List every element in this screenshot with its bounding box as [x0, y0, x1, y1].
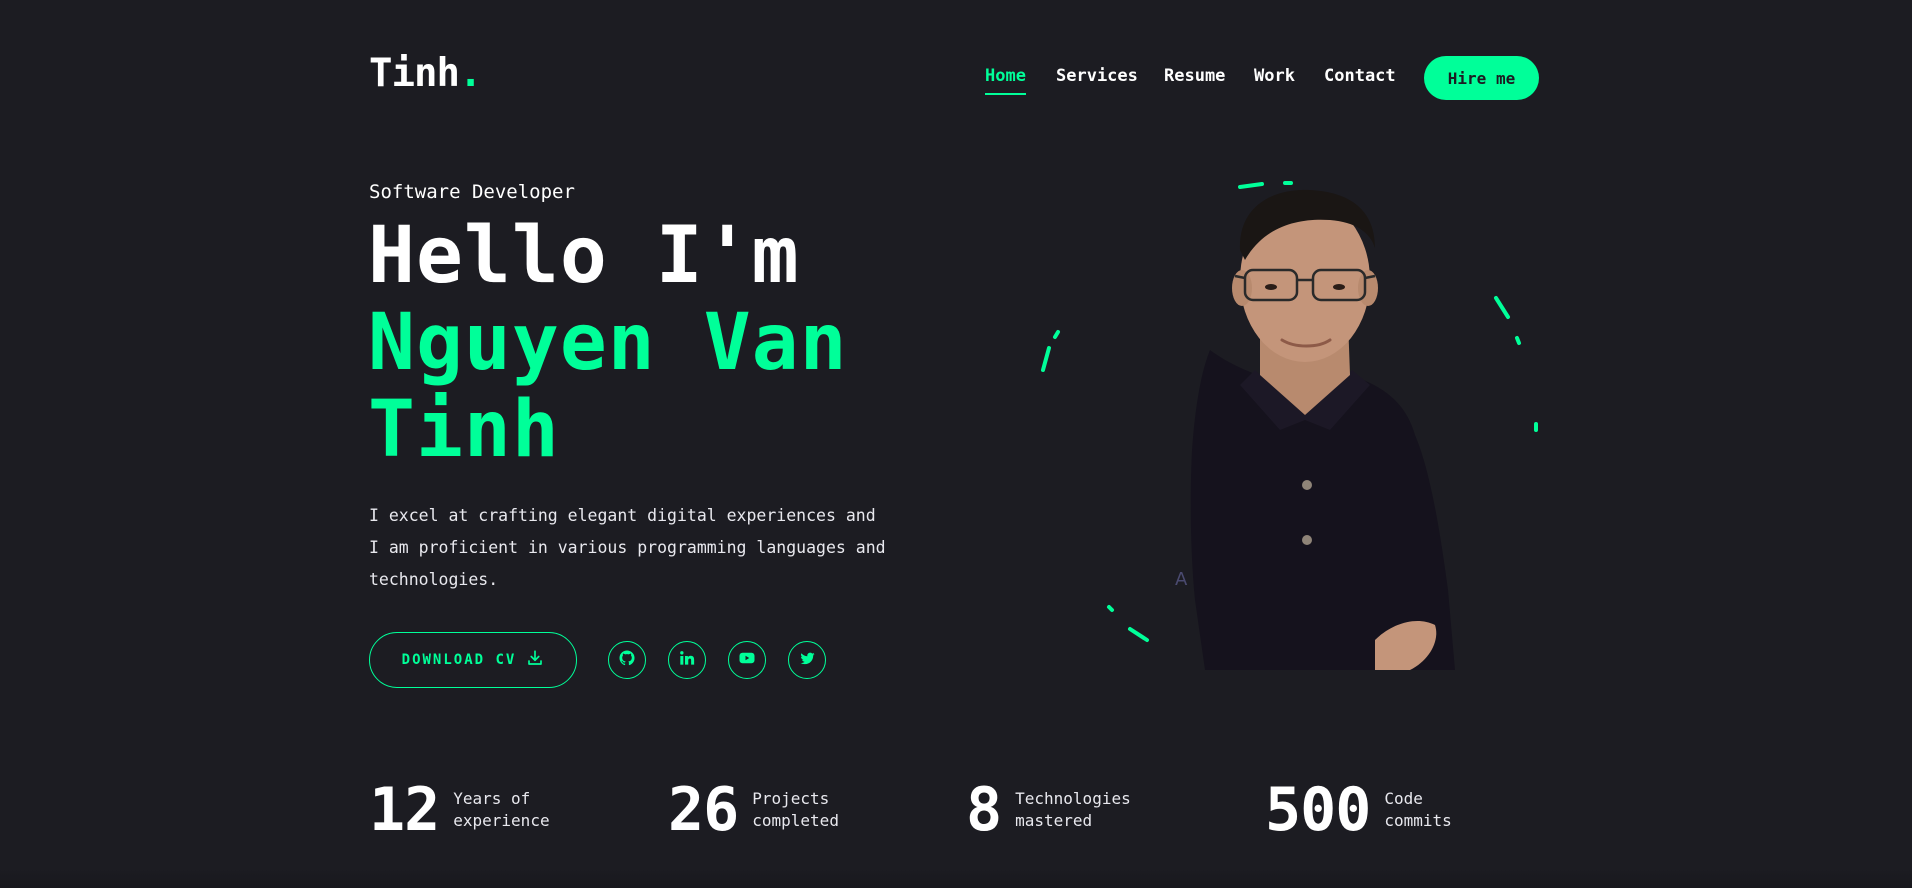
youtube-icon — [738, 649, 756, 671]
download-icon — [526, 649, 544, 671]
stat-label-line1: Years of — [453, 789, 531, 808]
nav-work[interactable]: Work — [1254, 66, 1295, 86]
stat-label-line2: mastered — [1015, 811, 1093, 830]
stat-label: Years of experience — [453, 788, 583, 832]
stat-value: 500 — [1265, 775, 1371, 845]
portrait-area: A — [1030, 170, 1550, 670]
stat-label-line2: experience — [453, 811, 550, 830]
bottom-fade — [0, 868, 1912, 888]
hero-greeting: Hello I'm — [368, 211, 800, 301]
stat-projects: 26 Projects completed — [668, 780, 882, 840]
stat-technologies: 8 Technologies mastered — [966, 780, 1145, 840]
github-icon — [618, 649, 636, 671]
nav-home[interactable]: Home — [985, 66, 1026, 95]
youtube-link[interactable] — [728, 641, 766, 679]
stat-label-line1: Projects — [752, 789, 830, 808]
hero-headline: Hello I'm Nguyen Van Tinh — [368, 213, 848, 474]
stat-label-line2: completed — [752, 811, 839, 830]
twitter-icon — [799, 650, 816, 671]
svg-text:A: A — [1175, 569, 1188, 590]
stat-label-line1: Technologies — [1015, 789, 1131, 808]
logo-dot: . — [458, 51, 483, 96]
stat-value: 26 — [668, 775, 739, 845]
logo[interactable]: Tinh. — [369, 51, 483, 96]
hire-me-button[interactable]: Hire me — [1424, 56, 1539, 100]
nav-services[interactable]: Services — [1056, 66, 1138, 86]
download-cv-button[interactable]: DOWNLOAD CV — [369, 632, 577, 688]
linkedin-link[interactable] — [668, 641, 706, 679]
twitter-link[interactable] — [788, 641, 826, 679]
stat-label: Projects completed — [752, 788, 882, 832]
hero-subtitle: Software Developer — [369, 181, 575, 203]
portrait-illustration: A — [1041, 181, 1538, 670]
stat-experience: 12 Years of experience — [369, 780, 583, 840]
logo-text: Tinh — [369, 51, 460, 96]
stat-value: 12 — [369, 775, 440, 845]
stat-value: 8 — [966, 775, 1002, 845]
nav-resume[interactable]: Resume — [1164, 66, 1225, 86]
stat-label-line1: Code — [1384, 789, 1423, 808]
stat-label: Technologies mastered — [1015, 788, 1145, 832]
download-cv-label: DOWNLOAD CV — [401, 652, 517, 668]
github-link[interactable] — [608, 641, 646, 679]
hero-description: I excel at crafting elegant digital expe… — [369, 506, 886, 589]
stat-label: Code commits — [1384, 788, 1514, 832]
nav-contact[interactable]: Contact — [1324, 66, 1396, 86]
stat-commits: 500 Code commits — [1265, 780, 1514, 840]
linkedin-icon — [679, 650, 695, 670]
hero-name-line1: Nguyen Van — [368, 298, 848, 388]
stat-label-line2: commits — [1384, 811, 1452, 830]
hero-name-line2: Tinh — [368, 385, 560, 475]
